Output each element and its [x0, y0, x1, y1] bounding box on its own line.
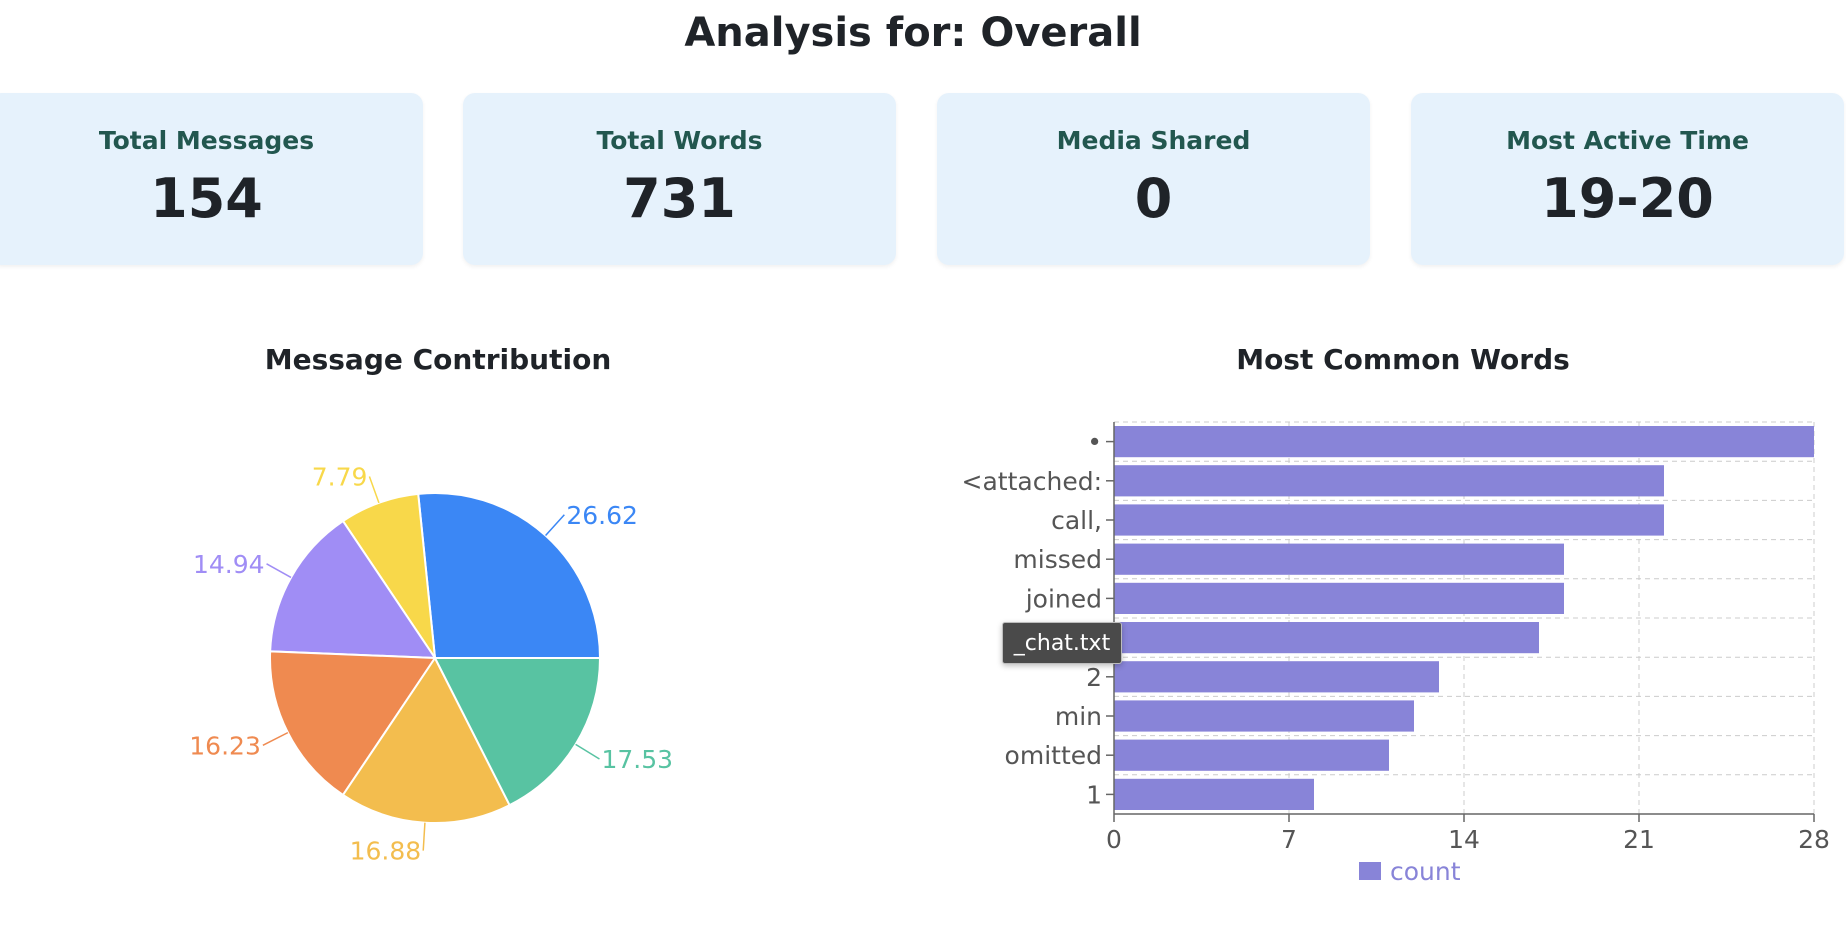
bar	[1114, 543, 1564, 575]
bar	[1114, 700, 1414, 732]
y-tick-label: call,	[1051, 506, 1102, 535]
pie-slice-label: 16.88	[350, 837, 422, 866]
y-tick-label: <attached:	[962, 467, 1102, 496]
bar	[1114, 739, 1389, 771]
bar	[1114, 504, 1664, 536]
y-tick-label: 1	[1086, 780, 1102, 809]
legend-label: count	[1390, 857, 1461, 886]
y-tick-label: •	[1087, 428, 1102, 457]
y-tick-label: min	[1055, 702, 1102, 731]
bar	[1114, 426, 1814, 458]
pie-slice-label: 14.94	[193, 550, 265, 579]
chart-tooltip: _chat.txt	[1002, 622, 1122, 664]
bar	[1114, 622, 1539, 654]
pie-slice-label: 17.53	[601, 745, 673, 774]
x-tick-label: 21	[1623, 825, 1655, 854]
message-contribution-pie-chart: 26.62 7.79 14.94 16.23 16.88 17.53	[189, 462, 673, 866]
y-tick-label: missed	[1013, 545, 1102, 574]
pie-slice-label: 16.23	[189, 731, 261, 760]
y-tick-label: 2	[1086, 663, 1102, 692]
bar	[1114, 465, 1664, 497]
most-common-words-bar-chart: • <attached: call, missed joined 2 min omitted 1…	[962, 421, 1830, 886]
pie-label-line	[368, 476, 380, 504]
x-tick-label: 7	[1281, 825, 1297, 854]
legend-swatch	[1359, 862, 1381, 880]
pie-slice-label: 26.62	[566, 501, 638, 530]
pie-label-line	[422, 822, 426, 851]
pie-slice-label: 7.79	[312, 462, 368, 491]
pie-label-line	[262, 731, 289, 746]
x-tick-label: 28	[1798, 825, 1830, 854]
bar	[1114, 661, 1439, 693]
x-tick-label: 14	[1448, 825, 1480, 854]
dashboard-page: Analysis for: Overall Total Messages 154…	[0, 0, 1846, 940]
pie-label-line	[266, 563, 292, 579]
pie-label-line	[575, 743, 600, 760]
pie-label-line	[545, 514, 565, 537]
y-tick-label: joined	[1025, 584, 1102, 613]
bar	[1114, 778, 1314, 810]
bar	[1114, 582, 1564, 614]
x-tick-label: 0	[1106, 825, 1122, 854]
y-tick-label: omitted	[1005, 741, 1102, 770]
